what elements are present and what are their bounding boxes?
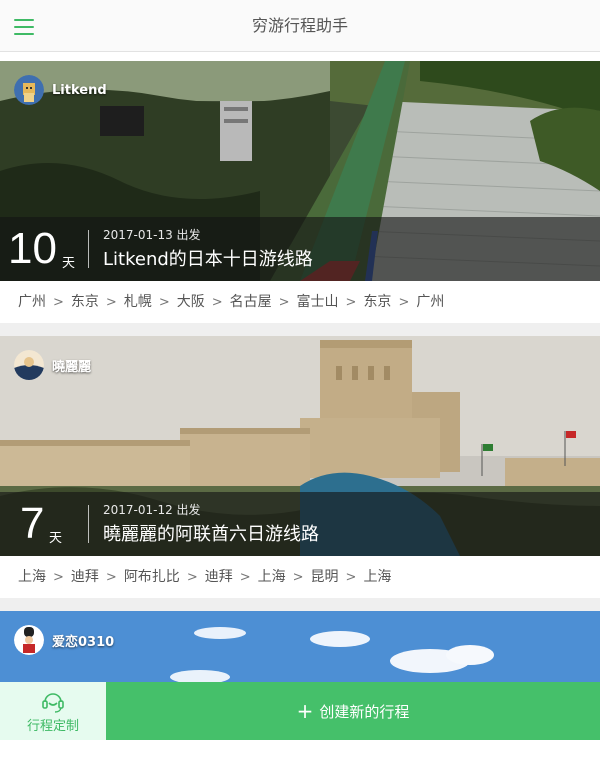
trip-card[interactable]: 爱恋0310 — [0, 611, 600, 682]
route-city: 名古屋 — [229, 294, 272, 310]
card-separator — [0, 598, 600, 611]
plus-icon: + — [296, 699, 314, 723]
trip-route: 上海 > 迪拜 > 阿布扎比 > 迪拜 > 上海 > 昆明 > 上海 — [0, 556, 600, 598]
author-name: 曉麗麗 — [52, 359, 92, 375]
divider — [88, 230, 89, 268]
trip-days-unit: 天 — [62, 256, 76, 271]
route-city: 富士山 — [296, 294, 339, 310]
route-city: 上海 — [257, 569, 286, 585]
create-trip-button[interactable]: + 创建新的行程 — [106, 682, 600, 740]
trip-author[interactable]: 爱恋0310 — [14, 625, 114, 655]
route-city: 札幌 — [123, 294, 152, 310]
trip-card[interactable]: 曉麗麗 7 天 2017-01-12 出发 曉麗麗的阿联酋六日游线路 上海 > 迪拜… — [0, 336, 600, 598]
chevron-right-icon: > — [239, 570, 251, 585]
route-city: 大阪 — [176, 294, 205, 310]
custom-itinerary-button[interactable]: 行程定制 — [0, 682, 106, 740]
headset-icon — [42, 693, 64, 713]
card-separator — [0, 323, 600, 336]
trip-days-unit: 天 — [49, 531, 63, 546]
trip-cover-image[interactable]: 曉麗麗 7 天 2017-01-12 出发 曉麗麗的阿联酋六日游线路 — [0, 336, 600, 556]
chevron-right-icon: > — [278, 295, 290, 310]
trip-info-overlay: 7 天 2017-01-12 出发 曉麗麗的阿联酋六日游线路 — [0, 492, 600, 556]
top-bar: 穷游行程助手 — [0, 0, 600, 52]
route-city: 上海 — [18, 569, 46, 585]
trip-start-date: 2017-01-12 出发 — [103, 503, 201, 517]
route-city: 广州 — [18, 294, 46, 310]
author-name: 爱恋0310 — [52, 634, 115, 650]
route-city: 广州 — [416, 294, 445, 310]
avatar — [14, 75, 44, 105]
chevron-right-icon: > — [105, 295, 117, 310]
chevron-right-icon: > — [345, 570, 357, 585]
trip-days-number: 7 — [20, 499, 45, 548]
chevron-right-icon: > — [53, 295, 64, 310]
route-city: 昆明 — [310, 569, 339, 585]
avatar — [14, 625, 44, 655]
trip-card[interactable]: Litkend 10 天 2017-01-13 出发 Litkend的日本十日游… — [0, 61, 600, 323]
avatar — [14, 350, 44, 380]
chevron-right-icon: > — [292, 570, 304, 585]
trip-cover-image[interactable]: Litkend 10 天 2017-01-13 出发 Litkend的日本十日游… — [0, 61, 600, 281]
trip-title: 曉麗麗的阿联酋六日游线路 — [103, 524, 319, 545]
app-title: 穷游行程助手 — [251, 16, 348, 35]
trip-days-number: 10 — [8, 224, 57, 273]
chevron-right-icon: > — [158, 295, 170, 310]
trip-title: Litkend的日本十日游线路 — [103, 249, 313, 270]
trip-start-date: 2017-01-13 出发 — [103, 228, 201, 242]
chevron-right-icon: > — [186, 570, 198, 585]
route-city: 上海 — [363, 569, 392, 585]
trip-info-overlay: 10 天 2017-01-13 出发 Litkend的日本十日游线路 — [0, 217, 600, 281]
trip-author[interactable]: Litkend — [14, 75, 107, 105]
route-city: 东京 — [70, 294, 99, 310]
chevron-right-icon: > — [105, 570, 117, 585]
trip-route: 广州 > 东京 > 札幌 > 大阪 > 名古屋 > 富士山 > 东京 > 广州 — [0, 281, 600, 323]
bottom-action-bar: 行程定制 + 创建新的行程 — [0, 682, 600, 740]
route-city: 迪拜 — [204, 569, 233, 585]
route-city: 东京 — [363, 294, 392, 310]
route-city: 迪拜 — [70, 569, 99, 585]
chevron-right-icon: > — [398, 295, 410, 310]
trip-cover-image[interactable]: 爱恋0310 — [0, 611, 600, 682]
custom-itinerary-label: 行程定制 — [26, 719, 79, 734]
chevron-right-icon: > — [211, 295, 223, 310]
chevron-right-icon: > — [345, 295, 357, 310]
author-name: Litkend — [52, 82, 107, 98]
trip-author[interactable]: 曉麗麗 — [14, 350, 91, 380]
chevron-right-icon: > — [53, 570, 64, 585]
route-city: 阿布扎比 — [123, 569, 180, 585]
create-trip-label: 创建新的行程 — [319, 703, 410, 721]
divider — [88, 505, 89, 543]
